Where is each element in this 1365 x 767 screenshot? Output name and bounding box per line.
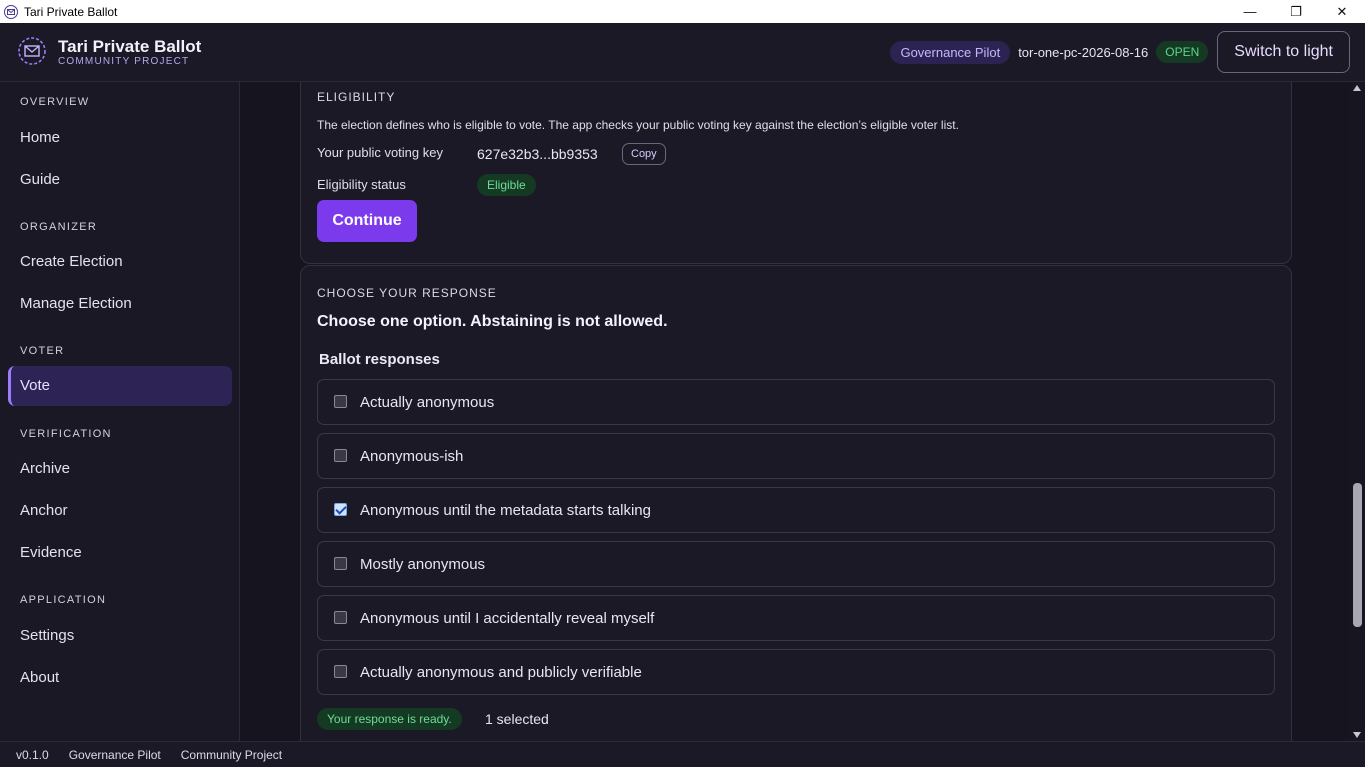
ballot-option[interactable]: Anonymous-ish xyxy=(317,433,1275,479)
sidebar-section-voter: VOTER xyxy=(20,345,65,357)
sidebar-item-vote-label: Vote xyxy=(20,377,51,394)
ballot-responses-title: Ballot responses xyxy=(319,351,440,368)
sidebar-item-home[interactable]: Home xyxy=(20,129,60,146)
option-checkbox[interactable] xyxy=(334,665,347,678)
sidebar-item-vote[interactable]: Vote xyxy=(8,366,232,406)
ballot-option[interactable]: Actually anonymous and publicly verifiab… xyxy=(317,649,1275,695)
main-scrollbar[interactable] xyxy=(1350,82,1365,741)
window-title: Tari Private Ballot xyxy=(24,4,118,19)
footer-project: Community Project xyxy=(180,747,283,762)
ballot-option[interactable]: Mostly anonymous xyxy=(317,541,1275,587)
scroll-up-icon[interactable] xyxy=(1353,85,1361,91)
close-button[interactable]: ✕ xyxy=(1319,0,1365,23)
option-label: Anonymous until the metadata starts talk… xyxy=(360,502,651,519)
option-label: Anonymous-ish xyxy=(360,448,464,465)
ballot-logo-icon xyxy=(18,37,46,65)
sidebar-item-anchor[interactable]: Anchor xyxy=(20,502,68,519)
minimize-button[interactable]: — xyxy=(1227,0,1273,23)
sidebar-item-archive[interactable]: Archive xyxy=(20,460,70,477)
pilot-badge: Governance Pilot xyxy=(890,40,1011,64)
option-checkbox[interactable] xyxy=(334,557,347,570)
voting-key-value: 627e32b3...bb9353 xyxy=(477,146,598,162)
sidebar-section-application: APPLICATION xyxy=(20,594,107,606)
eligibility-heading: ELIGIBILITY xyxy=(317,90,396,104)
ballot-option[interactable]: Actually anonymous xyxy=(317,379,1275,425)
eligibility-status-badge: Eligible xyxy=(477,174,536,196)
footer-pilot: Governance Pilot xyxy=(68,747,161,762)
option-checkbox[interactable] xyxy=(334,395,347,408)
response-ready-badge: Your response is ready. xyxy=(317,708,462,730)
sidebar-item-create-election[interactable]: Create Election xyxy=(20,253,123,270)
election-id: tor-one-pc-2026-08-16 xyxy=(1018,44,1149,60)
option-label: Actually anonymous and publicly verifiab… xyxy=(360,664,642,681)
sidebar-section-organizer: ORGANIZER xyxy=(20,221,98,233)
continue-button[interactable]: Continue xyxy=(317,200,417,242)
maximize-button[interactable]: ❐ xyxy=(1273,0,1319,23)
option-checkbox[interactable] xyxy=(334,611,347,624)
app-title: Tari Private Ballot xyxy=(58,37,202,56)
sidebar-section-verification: VERIFICATION xyxy=(20,428,112,440)
window-titlebar: Tari Private Ballot — ❐ ✕ xyxy=(0,0,1365,23)
option-label: Anonymous until I accidentally reveal my… xyxy=(360,610,655,627)
copy-key-button[interactable]: Copy xyxy=(622,143,666,165)
footer-version: v0.1.0 xyxy=(16,747,49,762)
sidebar-item-about[interactable]: About xyxy=(20,669,59,686)
option-label: Actually anonymous xyxy=(360,394,495,411)
sidebar-section-overview: OVERVIEW xyxy=(20,96,90,108)
app-subtitle: COMMUNITY PROJECT xyxy=(58,56,190,67)
app-icon xyxy=(4,4,18,19)
scroll-down-icon[interactable] xyxy=(1353,732,1361,738)
eligibility-description: The election defines who is eligible to … xyxy=(317,118,959,132)
eligibility-status-label: Eligibility status xyxy=(317,177,406,192)
main-content: ELIGIBILITY The election defines who is … xyxy=(240,82,1350,741)
option-checkbox[interactable] xyxy=(334,449,347,462)
ballot-option[interactable]: Anonymous until I accidentally reveal my… xyxy=(317,595,1275,641)
app-header: Tari Private Ballot COMMUNITY PROJECT Go… xyxy=(0,23,1365,82)
voting-key-label: Your public voting key xyxy=(317,145,443,160)
sidebar-item-manage-election[interactable]: Manage Election xyxy=(20,295,132,312)
status-footer: v0.1.0 Governance Pilot Community Projec… xyxy=(0,741,1365,767)
sidebar-item-guide[interactable]: Guide xyxy=(20,171,60,188)
eligibility-card: ELIGIBILITY The election defines who is … xyxy=(300,82,1292,264)
option-label: Mostly anonymous xyxy=(360,556,486,573)
sidebar-item-settings[interactable]: Settings xyxy=(20,627,74,644)
response-heading: CHOOSE YOUR RESPONSE xyxy=(317,286,497,300)
selected-count: 1 selected xyxy=(485,711,549,727)
option-checkbox-checked[interactable] xyxy=(334,503,347,516)
sidebar-item-evidence[interactable]: Evidence xyxy=(20,544,82,561)
status-badge: OPEN xyxy=(1156,41,1209,63)
scroll-thumb[interactable] xyxy=(1353,483,1362,627)
ballot-option-selected[interactable]: Anonymous until the metadata starts talk… xyxy=(317,487,1275,533)
response-instruction: Choose one option. Abstaining is not all… xyxy=(317,313,668,330)
response-card: CHOOSE YOUR RESPONSE Choose one option. … xyxy=(300,265,1292,741)
sidebar: OVERVIEW Home Guide ORGANIZER Create Ele… xyxy=(0,82,240,741)
theme-toggle-button[interactable]: Switch to light xyxy=(1217,31,1350,73)
